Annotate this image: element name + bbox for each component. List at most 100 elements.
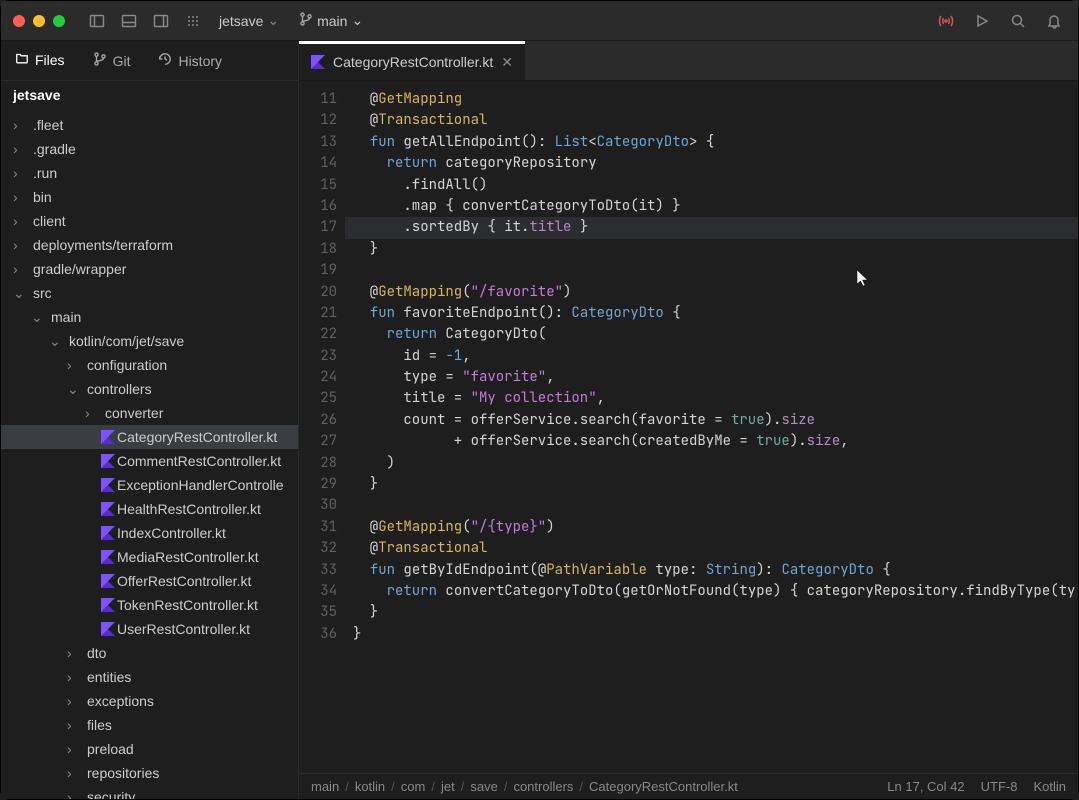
code-line[interactable]: @GetMapping("/favorite"): [345, 282, 1078, 303]
code-line[interactable]: title = "My collection",: [345, 388, 1078, 409]
code-line[interactable]: ): [345, 453, 1078, 474]
file-language[interactable]: Kotlin: [1033, 779, 1066, 794]
tree-node[interactable]: IndexController.kt: [1, 521, 298, 545]
editor-content[interactable]: 1112131415161718192021222324252627282930…: [299, 81, 1078, 773]
breadcrumb-segment[interactable]: kotlin: [355, 779, 385, 794]
tree-node[interactable]: ›entities: [1, 665, 298, 689]
tree-node[interactable]: ›repositories: [1, 761, 298, 785]
code-line[interactable]: }: [345, 602, 1078, 623]
code-area[interactable]: @GetMapping @Transactional fun getAllEnd…: [345, 81, 1078, 773]
grid-icon[interactable]: [181, 9, 205, 33]
tree-node[interactable]: TokenRestController.kt: [1, 593, 298, 617]
branch-selector[interactable]: main ⌄: [293, 10, 369, 31]
code-line[interactable]: [345, 260, 1078, 281]
kotlin-file-icon: [99, 502, 117, 516]
tree-node[interactable]: ›preload: [1, 737, 298, 761]
tree-node[interactable]: CommentRestController.kt: [1, 449, 298, 473]
code-line[interactable]: type = "favorite",: [345, 367, 1078, 388]
code-line[interactable]: return convertCategoryToDto(getOrNotFoun…: [345, 581, 1078, 602]
editor-tab-active[interactable]: CategoryRestController.kt ✕: [299, 41, 525, 80]
window-maximize-button[interactable]: [53, 15, 65, 27]
sidebar-tab-history[interactable]: History: [144, 41, 236, 80]
tree-node[interactable]: ⌄src: [1, 281, 298, 305]
tree-node[interactable]: ›.run: [1, 161, 298, 185]
breadcrumb-separator: /: [579, 779, 583, 794]
code-line[interactable]: fun getAllEndpoint(): List<CategoryDto> …: [345, 132, 1078, 153]
tree-node-label: bin: [33, 189, 52, 205]
tree-node[interactable]: ›files: [1, 713, 298, 737]
file-encoding[interactable]: UTF-8: [981, 779, 1018, 794]
code-line[interactable]: .findAll(): [345, 175, 1078, 196]
file-tree[interactable]: ›.fleet›.gradle›.run›bin›client›deployme…: [1, 109, 298, 799]
tree-node-label: CategoryRestController.kt: [117, 429, 277, 445]
tree-node[interactable]: ⌄controllers: [1, 377, 298, 401]
tree-node-label: ExceptionHandlerControlle: [117, 477, 284, 493]
sidebar-tab-files[interactable]: Files: [1, 41, 79, 80]
tree-node[interactable]: ›.gradle: [1, 137, 298, 161]
code-line[interactable]: @GetMapping("/{type}"): [345, 517, 1078, 538]
tree-node[interactable]: ›client: [1, 209, 298, 233]
code-line[interactable]: [345, 495, 1078, 516]
tree-node[interactable]: ›deployments/terraform: [1, 233, 298, 257]
tree-node[interactable]: ›.fleet: [1, 113, 298, 137]
panel-left-icon[interactable]: [85, 9, 109, 33]
code-line[interactable]: @Transactional: [345, 110, 1078, 131]
code-line[interactable]: .map { convertCategoryToDto(it) }: [345, 196, 1078, 217]
code-line[interactable]: count = offerService.search(favorite = t…: [345, 410, 1078, 431]
tree-node[interactable]: ›gradle/wrapper: [1, 257, 298, 281]
breadcrumb-segment[interactable]: main: [311, 779, 339, 794]
close-tab-icon[interactable]: ✕: [501, 54, 513, 71]
breadcrumb-segment[interactable]: jet: [441, 779, 455, 794]
tree-node[interactable]: CategoryRestController.kt: [1, 425, 298, 449]
project-selector[interactable]: jetsave ⌄: [213, 10, 285, 31]
chevron-right-icon: ›: [67, 669, 81, 685]
code-line[interactable]: .sortedBy { it.title }: [345, 217, 1078, 238]
notifications-icon[interactable]: [1042, 9, 1066, 33]
code-line[interactable]: }: [345, 474, 1078, 495]
tree-node[interactable]: OfferRestController.kt: [1, 569, 298, 593]
panel-bottom-icon[interactable]: [117, 9, 141, 33]
code-line[interactable]: }: [345, 624, 1078, 645]
breadcrumb-segment[interactable]: CategoryRestController.kt: [589, 779, 738, 794]
breadcrumb-segment[interactable]: save: [470, 779, 497, 794]
chevron-down-icon: ⌄: [267, 12, 279, 29]
breadcrumb-segment[interactable]: com: [401, 779, 426, 794]
tree-node[interactable]: ⌄kotlin/com/jet/save: [1, 329, 298, 353]
tree-node[interactable]: ⌄main: [1, 305, 298, 329]
tree-node[interactable]: ›converter: [1, 401, 298, 425]
tree-node[interactable]: ›security: [1, 785, 298, 799]
window-close-button[interactable]: [13, 15, 25, 27]
cursor-position[interactable]: Ln 17, Col 42: [887, 779, 964, 794]
tree-node-label: repositories: [87, 765, 159, 781]
search-icon[interactable]: [1006, 9, 1030, 33]
code-line[interactable]: @GetMapping: [345, 89, 1078, 110]
tree-node[interactable]: HealthRestController.kt: [1, 497, 298, 521]
chevron-right-icon: ›: [13, 165, 27, 181]
tree-node[interactable]: UserRestController.kt: [1, 617, 298, 641]
code-line[interactable]: @Transactional: [345, 538, 1078, 559]
code-line[interactable]: return CategoryDto(: [345, 324, 1078, 345]
editor-area: CategoryRestController.kt ✕ 111213141516…: [299, 41, 1078, 799]
run-icon[interactable]: [970, 9, 994, 33]
code-line[interactable]: id = -1,: [345, 346, 1078, 367]
tree-node[interactable]: MediaRestController.kt: [1, 545, 298, 569]
tree-node[interactable]: ›dto: [1, 641, 298, 665]
breadcrumb[interactable]: main/kotlin/com/jet/save/controllers/Cat…: [311, 779, 738, 794]
code-line[interactable]: }: [345, 239, 1078, 260]
breadcrumb-segment[interactable]: controllers: [513, 779, 573, 794]
tree-node[interactable]: ExceptionHandlerControlle: [1, 473, 298, 497]
sidebar-tab-git[interactable]: Git: [79, 41, 145, 80]
tree-node[interactable]: ›configuration: [1, 353, 298, 377]
kotlin-file-icon: [99, 430, 117, 444]
code-line[interactable]: fun favoriteEndpoint(): CategoryDto {: [345, 303, 1078, 324]
tree-node[interactable]: ›bin: [1, 185, 298, 209]
kotlin-file-icon: [99, 454, 117, 468]
panel-right-icon[interactable]: [149, 9, 173, 33]
code-line[interactable]: return categoryRepository: [345, 153, 1078, 174]
window-minimize-button[interactable]: [33, 15, 45, 27]
chevron-right-icon: ›: [13, 237, 27, 253]
code-line[interactable]: fun getByIdEndpoint(@PathVariable type: …: [345, 560, 1078, 581]
tree-node[interactable]: ›exceptions: [1, 689, 298, 713]
broadcast-icon[interactable]: [934, 9, 958, 33]
code-line[interactable]: + offerService.search(createdByMe = true…: [345, 431, 1078, 452]
